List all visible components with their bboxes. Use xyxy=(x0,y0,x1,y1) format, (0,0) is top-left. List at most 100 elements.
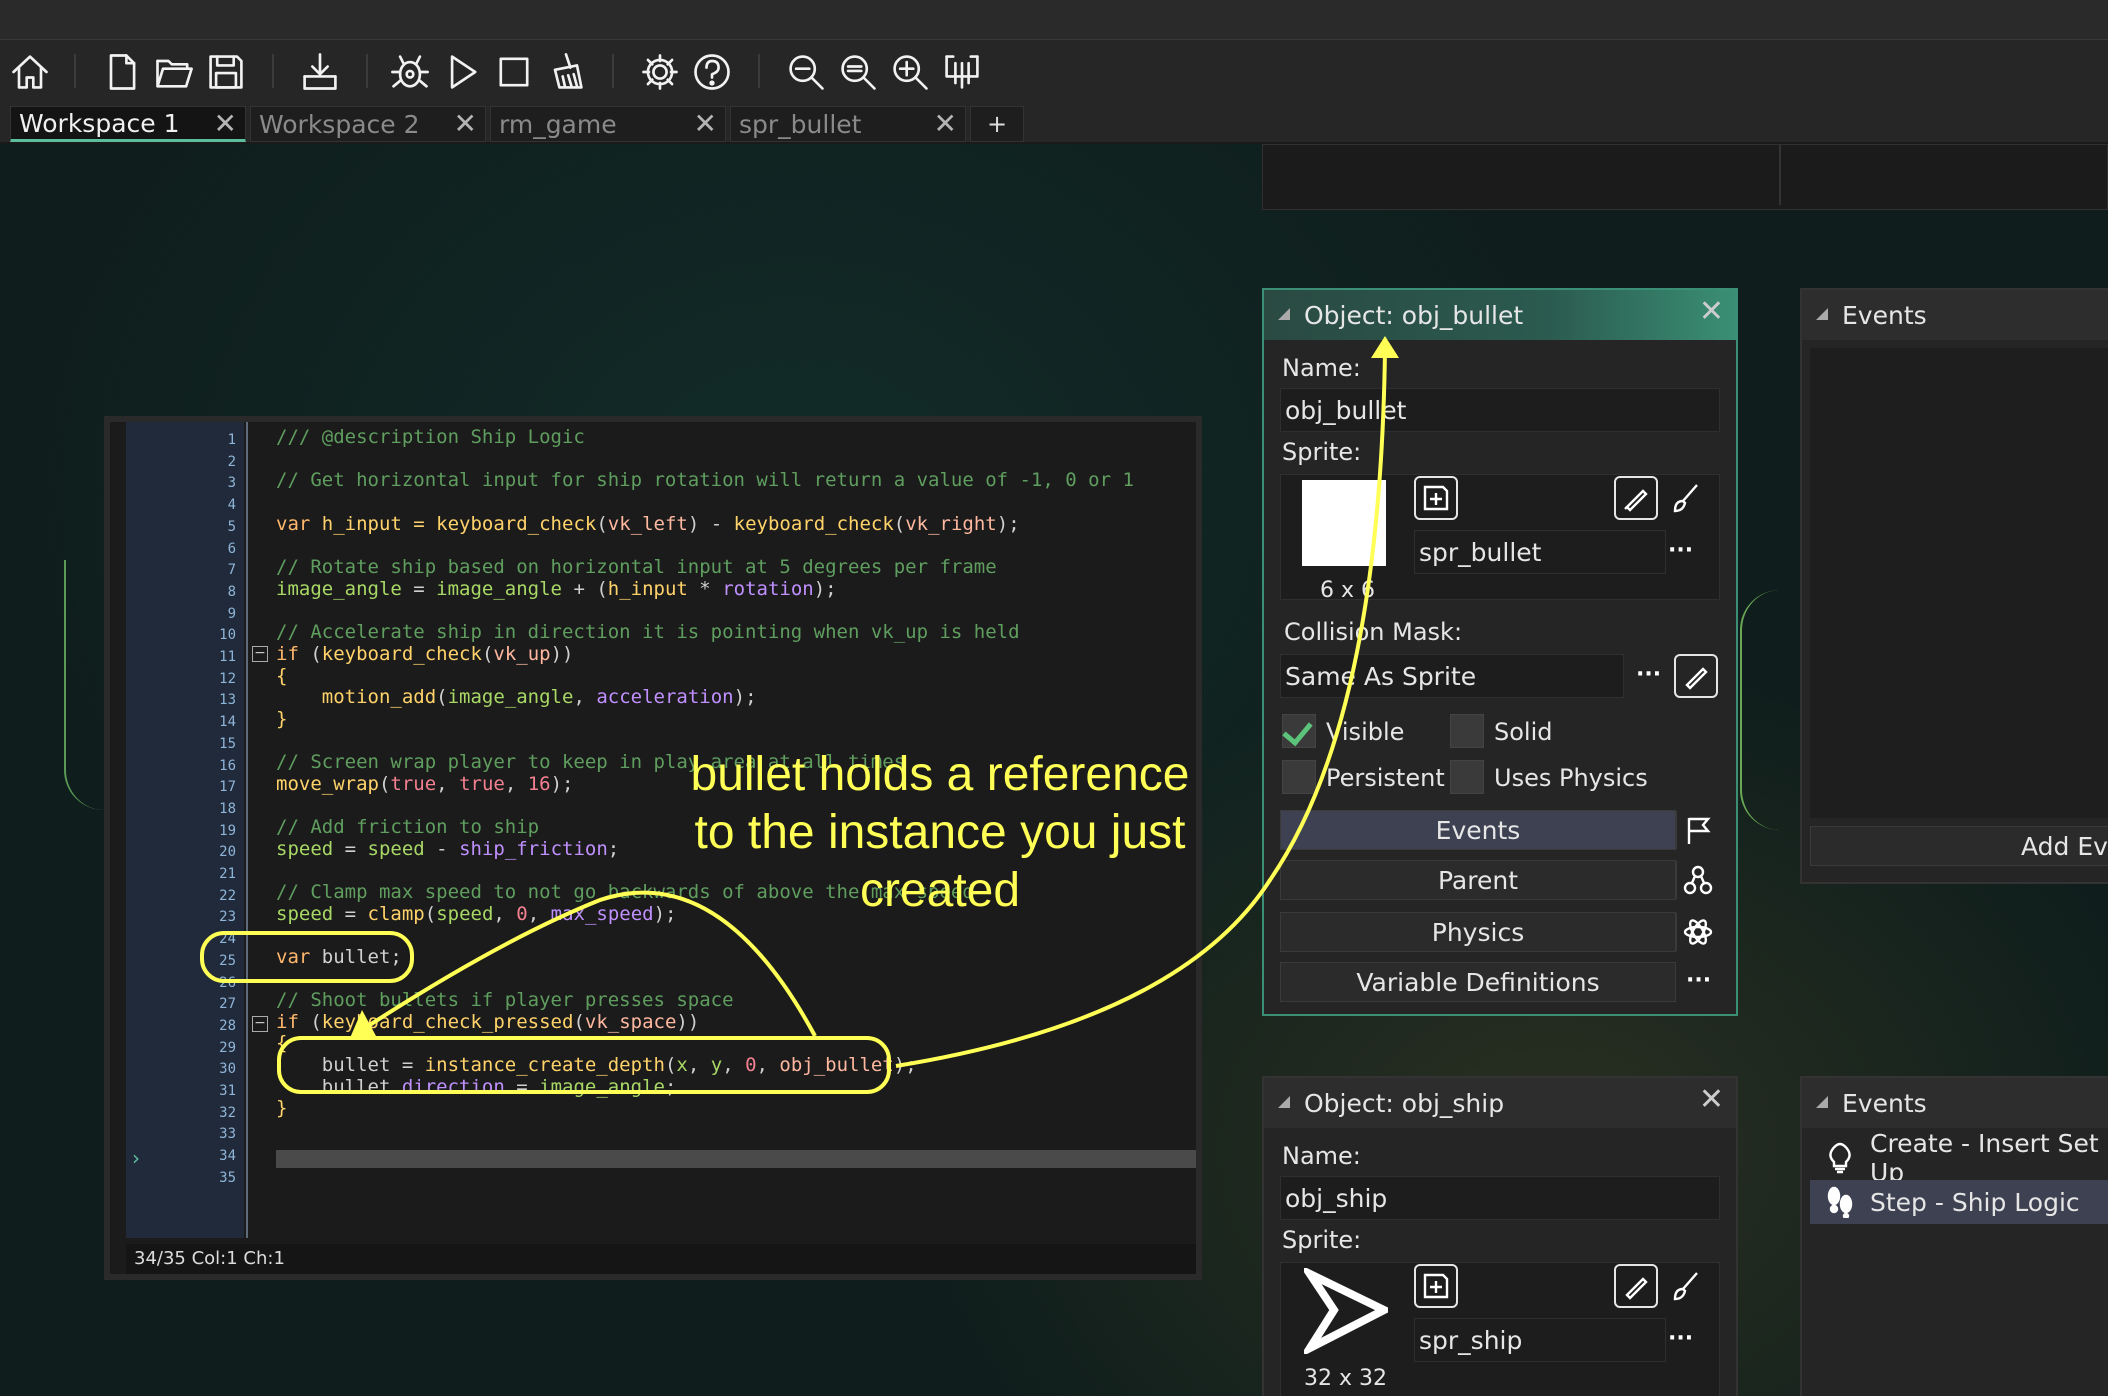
edit-sprite-icon[interactable] xyxy=(1614,476,1658,520)
line-number: 13 xyxy=(219,692,236,709)
more-icon[interactable]: ··· xyxy=(1668,1326,1693,1351)
help-icon[interactable] xyxy=(688,48,736,96)
workspace-layout-icon[interactable] xyxy=(938,48,986,96)
object-panel-obj-bullet: Object: obj_bullet ✕ Name: obj_bullet Spr… xyxy=(1262,288,1738,1016)
fold-toggle[interactable]: − xyxy=(252,1016,268,1032)
annotation-text: bullet holds a reference to the instance… xyxy=(690,748,1190,917)
edit-mask-icon[interactable] xyxy=(1674,654,1718,698)
new-sprite-icon[interactable] xyxy=(1414,1264,1458,1308)
paint-brush-icon[interactable] xyxy=(1664,1264,1708,1308)
home-icon[interactable] xyxy=(6,48,54,96)
run-icon[interactable] xyxy=(438,48,486,96)
name-input[interactable]: obj_bullet xyxy=(1280,388,1720,432)
tab-rm-game[interactable]: rm_game ✕ xyxy=(490,106,726,142)
line-number: 2 xyxy=(227,453,236,470)
caret-marker-icon: › xyxy=(132,1146,140,1170)
persistent-label: Persistent xyxy=(1326,764,1445,792)
code-line: { xyxy=(276,1032,288,1054)
close-icon[interactable]: ✕ xyxy=(1699,294,1724,329)
clean-icon[interactable] xyxy=(542,48,590,96)
line-number: 1 xyxy=(227,432,236,448)
panel-header[interactable]: Object: obj_ship ✕ xyxy=(1264,1078,1736,1128)
sprite-name-field[interactable]: spr_ship xyxy=(1414,1318,1666,1362)
event-create[interactable]: Create - Insert Set Up xyxy=(1810,1129,2108,1187)
panel-header[interactable]: Events xyxy=(1802,1078,2108,1128)
current-line-highlight xyxy=(276,1150,1196,1168)
ship-sprite-preview[interactable] xyxy=(1304,1268,1388,1354)
line-number: 15 xyxy=(219,735,236,752)
persistent-checkbox[interactable] xyxy=(1282,760,1316,794)
panel-header[interactable]: Events xyxy=(1802,290,2108,340)
close-icon[interactable]: ✕ xyxy=(1699,1082,1724,1117)
line-number: 7 xyxy=(227,562,236,579)
new-sprite-icon[interactable] xyxy=(1414,476,1458,520)
tab-spr-bullet[interactable]: spr_bullet ✕ xyxy=(730,106,966,142)
tab-workspace-2[interactable]: Workspace 2 ✕ xyxy=(250,106,486,142)
debug-icon[interactable] xyxy=(386,48,434,96)
line-number: 4 xyxy=(227,497,236,514)
more-icon[interactable]: ··· xyxy=(1636,662,1661,687)
settings-icon[interactable] xyxy=(636,48,684,96)
events-list[interactable] xyxy=(1810,348,2108,818)
code-line: // Get horizontal input for ship rotatio… xyxy=(276,469,1134,491)
line-number: 25 xyxy=(219,952,236,969)
line-number: 32 xyxy=(219,1104,236,1121)
line-number: 17 xyxy=(219,779,236,796)
line-number: 28 xyxy=(219,1017,236,1034)
code-line: move_wrap(true, true, 16); xyxy=(276,773,574,795)
atom-icon[interactable] xyxy=(1676,913,1718,951)
new-file-icon[interactable] xyxy=(98,48,146,96)
code-line: bullet = instance_create_depth(x, y, 0, … xyxy=(276,1054,917,1076)
stop-icon[interactable] xyxy=(490,48,538,96)
line-number: 12 xyxy=(219,670,236,687)
panel-header[interactable]: Object: obj_bullet ✕ xyxy=(1264,290,1736,340)
export-icon[interactable] xyxy=(296,48,344,96)
line-number: 35 xyxy=(219,1169,236,1186)
parent-button[interactable]: Parent xyxy=(1280,860,1676,900)
collision-mask-field[interactable]: Same As Sprite xyxy=(1280,654,1624,698)
tab-workspace-1[interactable]: Workspace 1 ✕ xyxy=(10,106,246,142)
line-number: 9 xyxy=(227,605,236,622)
sprite-name-field[interactable]: spr_bullet xyxy=(1414,530,1666,574)
line-number: 30 xyxy=(219,1061,236,1078)
footsteps-icon xyxy=(1827,1186,1853,1218)
open-folder-icon[interactable] xyxy=(150,48,198,96)
variable-definitions-button[interactable]: Variable Definitions xyxy=(1280,962,1676,1002)
event-step[interactable]: Step - Ship Logic xyxy=(1810,1180,2108,1224)
more-icon[interactable]: ··· xyxy=(1686,968,1711,993)
uses-physics-checkbox[interactable] xyxy=(1450,760,1484,794)
solid-checkbox[interactable] xyxy=(1450,714,1484,748)
more-icon[interactable]: ··· xyxy=(1668,538,1693,563)
line-number: 19 xyxy=(219,822,236,839)
sprite-size: 6 x 6 xyxy=(1320,578,1375,603)
line-number: 8 xyxy=(227,583,236,600)
physics-button[interactable]: Physics xyxy=(1280,912,1676,952)
sprite-preview[interactable] xyxy=(1302,480,1386,566)
code-line: if (keyboard_check(vk_up)) xyxy=(276,643,574,665)
zoom-out-icon[interactable] xyxy=(782,48,830,96)
close-icon[interactable]: ✕ xyxy=(694,107,717,140)
zoom-in-icon[interactable] xyxy=(886,48,934,96)
edit-sprite-icon[interactable] xyxy=(1614,1264,1658,1308)
flag-icon[interactable] xyxy=(1676,811,1718,849)
title-strip xyxy=(0,0,2108,40)
add-tab-button[interactable]: + xyxy=(970,106,1024,142)
visible-checkbox[interactable] xyxy=(1282,714,1316,748)
close-icon[interactable]: ✕ xyxy=(934,107,957,140)
line-number: 27 xyxy=(219,996,236,1013)
line-number: 10 xyxy=(219,627,236,644)
fold-toggle[interactable]: − xyxy=(252,646,268,662)
name-input[interactable]: obj_ship xyxy=(1280,1176,1720,1220)
close-icon[interactable]: ✕ xyxy=(214,107,237,140)
sprite-size: 32 x 32 xyxy=(1304,1366,1387,1391)
name-label: Name: xyxy=(1282,354,1361,382)
code-line: // Accelerate ship in direction it is po… xyxy=(276,621,1020,643)
save-icon[interactable] xyxy=(202,48,250,96)
parent-icon[interactable] xyxy=(1676,861,1718,899)
close-icon[interactable]: ✕ xyxy=(454,107,477,140)
paint-brush-icon[interactable] xyxy=(1664,476,1708,520)
events-button[interactable]: Events xyxy=(1280,810,1676,850)
code-line: motion_add(image_angle, acceleration); xyxy=(276,686,757,708)
zoom-reset-icon[interactable] xyxy=(834,48,882,96)
add-event-button[interactable]: Add Event xyxy=(1810,826,2108,866)
